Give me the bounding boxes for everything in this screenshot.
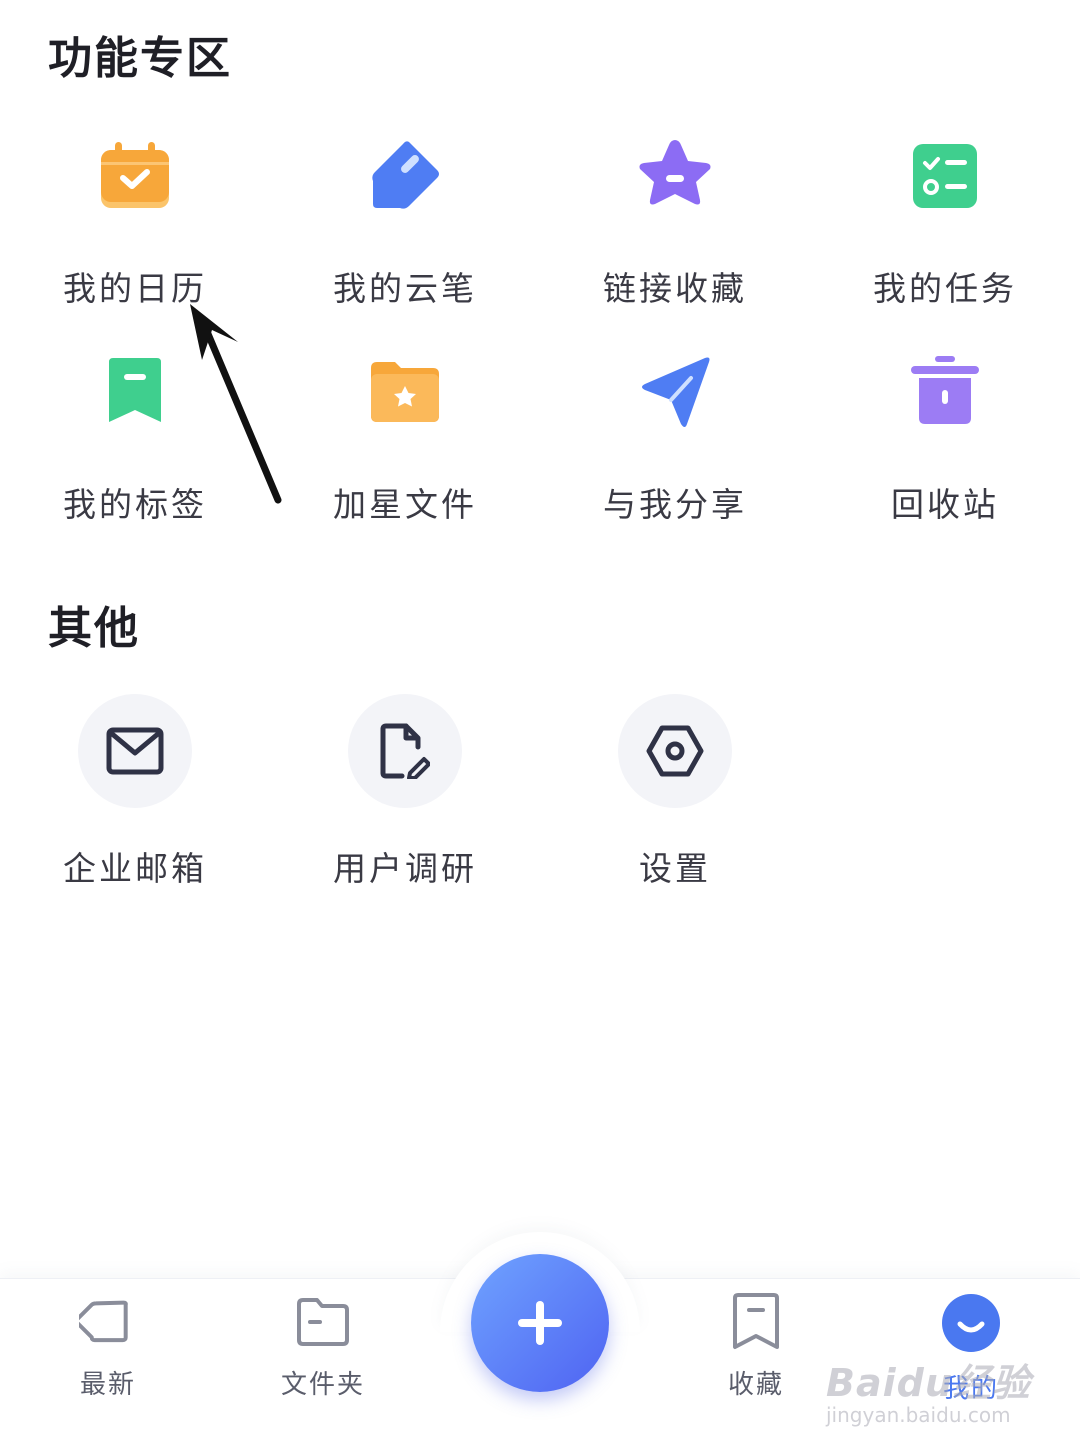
bookmark-tag-icon — [87, 344, 183, 440]
other-label: 用户调研 — [333, 849, 477, 888]
section-title-other: 其他 — [48, 603, 140, 654]
feature-my-tasks[interactable]: 我的任务 — [810, 128, 1080, 328]
feature-starred-files[interactable]: 加星文件 — [270, 344, 540, 544]
other-label: 设置 — [639, 849, 711, 888]
send-share-icon — [627, 344, 723, 440]
feature-label: 加星文件 — [333, 485, 477, 524]
calendar-icon — [87, 128, 183, 224]
feature-my-calendar[interactable]: 我的日历 — [0, 128, 270, 328]
watermark-sub: jingyan.baidu.com — [826, 1403, 1011, 1427]
feature-label: 我的云笔 — [333, 269, 477, 308]
trash-icon — [897, 344, 993, 440]
feature-shared-with-me[interactable]: 与我分享 — [540, 344, 810, 544]
feature-label: 我的日历 — [63, 269, 207, 308]
feature-label: 回收站 — [891, 485, 999, 524]
other-user-survey[interactable]: 用户调研 — [270, 694, 540, 914]
add-button[interactable] — [471, 1254, 609, 1392]
cloud-pen-icon — [357, 128, 453, 224]
mail-icon — [78, 694, 192, 808]
task-list-icon — [897, 128, 993, 224]
nav-item-favorites[interactable]: 收藏 — [686, 1292, 826, 1412]
plus-icon — [518, 1301, 562, 1345]
feature-label: 我的任务 — [873, 269, 1017, 308]
tag-icon — [73, 1292, 137, 1354]
settings-hex-icon — [618, 694, 732, 808]
feature-label: 我的标签 — [63, 485, 207, 524]
star-icon — [627, 128, 723, 224]
other-enterprise-mail[interactable]: 企业邮箱 — [0, 694, 270, 914]
bookmark-icon — [727, 1292, 785, 1354]
profile-smile-icon — [940, 1292, 1002, 1358]
nav-label: 最新 — [79, 1370, 136, 1400]
nav-item-latest[interactable]: 最新 — [38, 1292, 178, 1412]
feature-my-cloud-pen[interactable]: 我的云笔 — [270, 128, 540, 328]
section-title-features: 功能专区 — [48, 33, 232, 84]
nav-label: 文件夹 — [280, 1370, 365, 1400]
watermark-main: Baidu经验 — [826, 1361, 1031, 1405]
baidu-watermark: Baidu经验 jingyan.baidu.com — [826, 1352, 1031, 1427]
nav-item-folders[interactable]: 文件夹 — [253, 1292, 393, 1412]
other-settings[interactable]: 设置 — [540, 694, 810, 914]
page: 功能专区 我的日历 我的云笔 链接收藏 我的任务 我的标签 加星文件 与我分享 … — [0, 0, 1080, 1450]
other-label: 企业邮箱 — [63, 849, 207, 888]
folder-icon — [294, 1292, 352, 1354]
nav-label: 收藏 — [727, 1370, 784, 1400]
feature-label: 与我分享 — [603, 485, 747, 524]
feature-recycle-bin[interactable]: 回收站 — [810, 344, 1080, 544]
feature-link-favorites[interactable]: 链接收藏 — [540, 128, 810, 328]
feature-my-tags[interactable]: 我的标签 — [0, 344, 270, 544]
survey-doc-icon — [348, 694, 462, 808]
starred-folder-icon — [357, 344, 453, 440]
feature-label: 链接收藏 — [603, 269, 747, 308]
